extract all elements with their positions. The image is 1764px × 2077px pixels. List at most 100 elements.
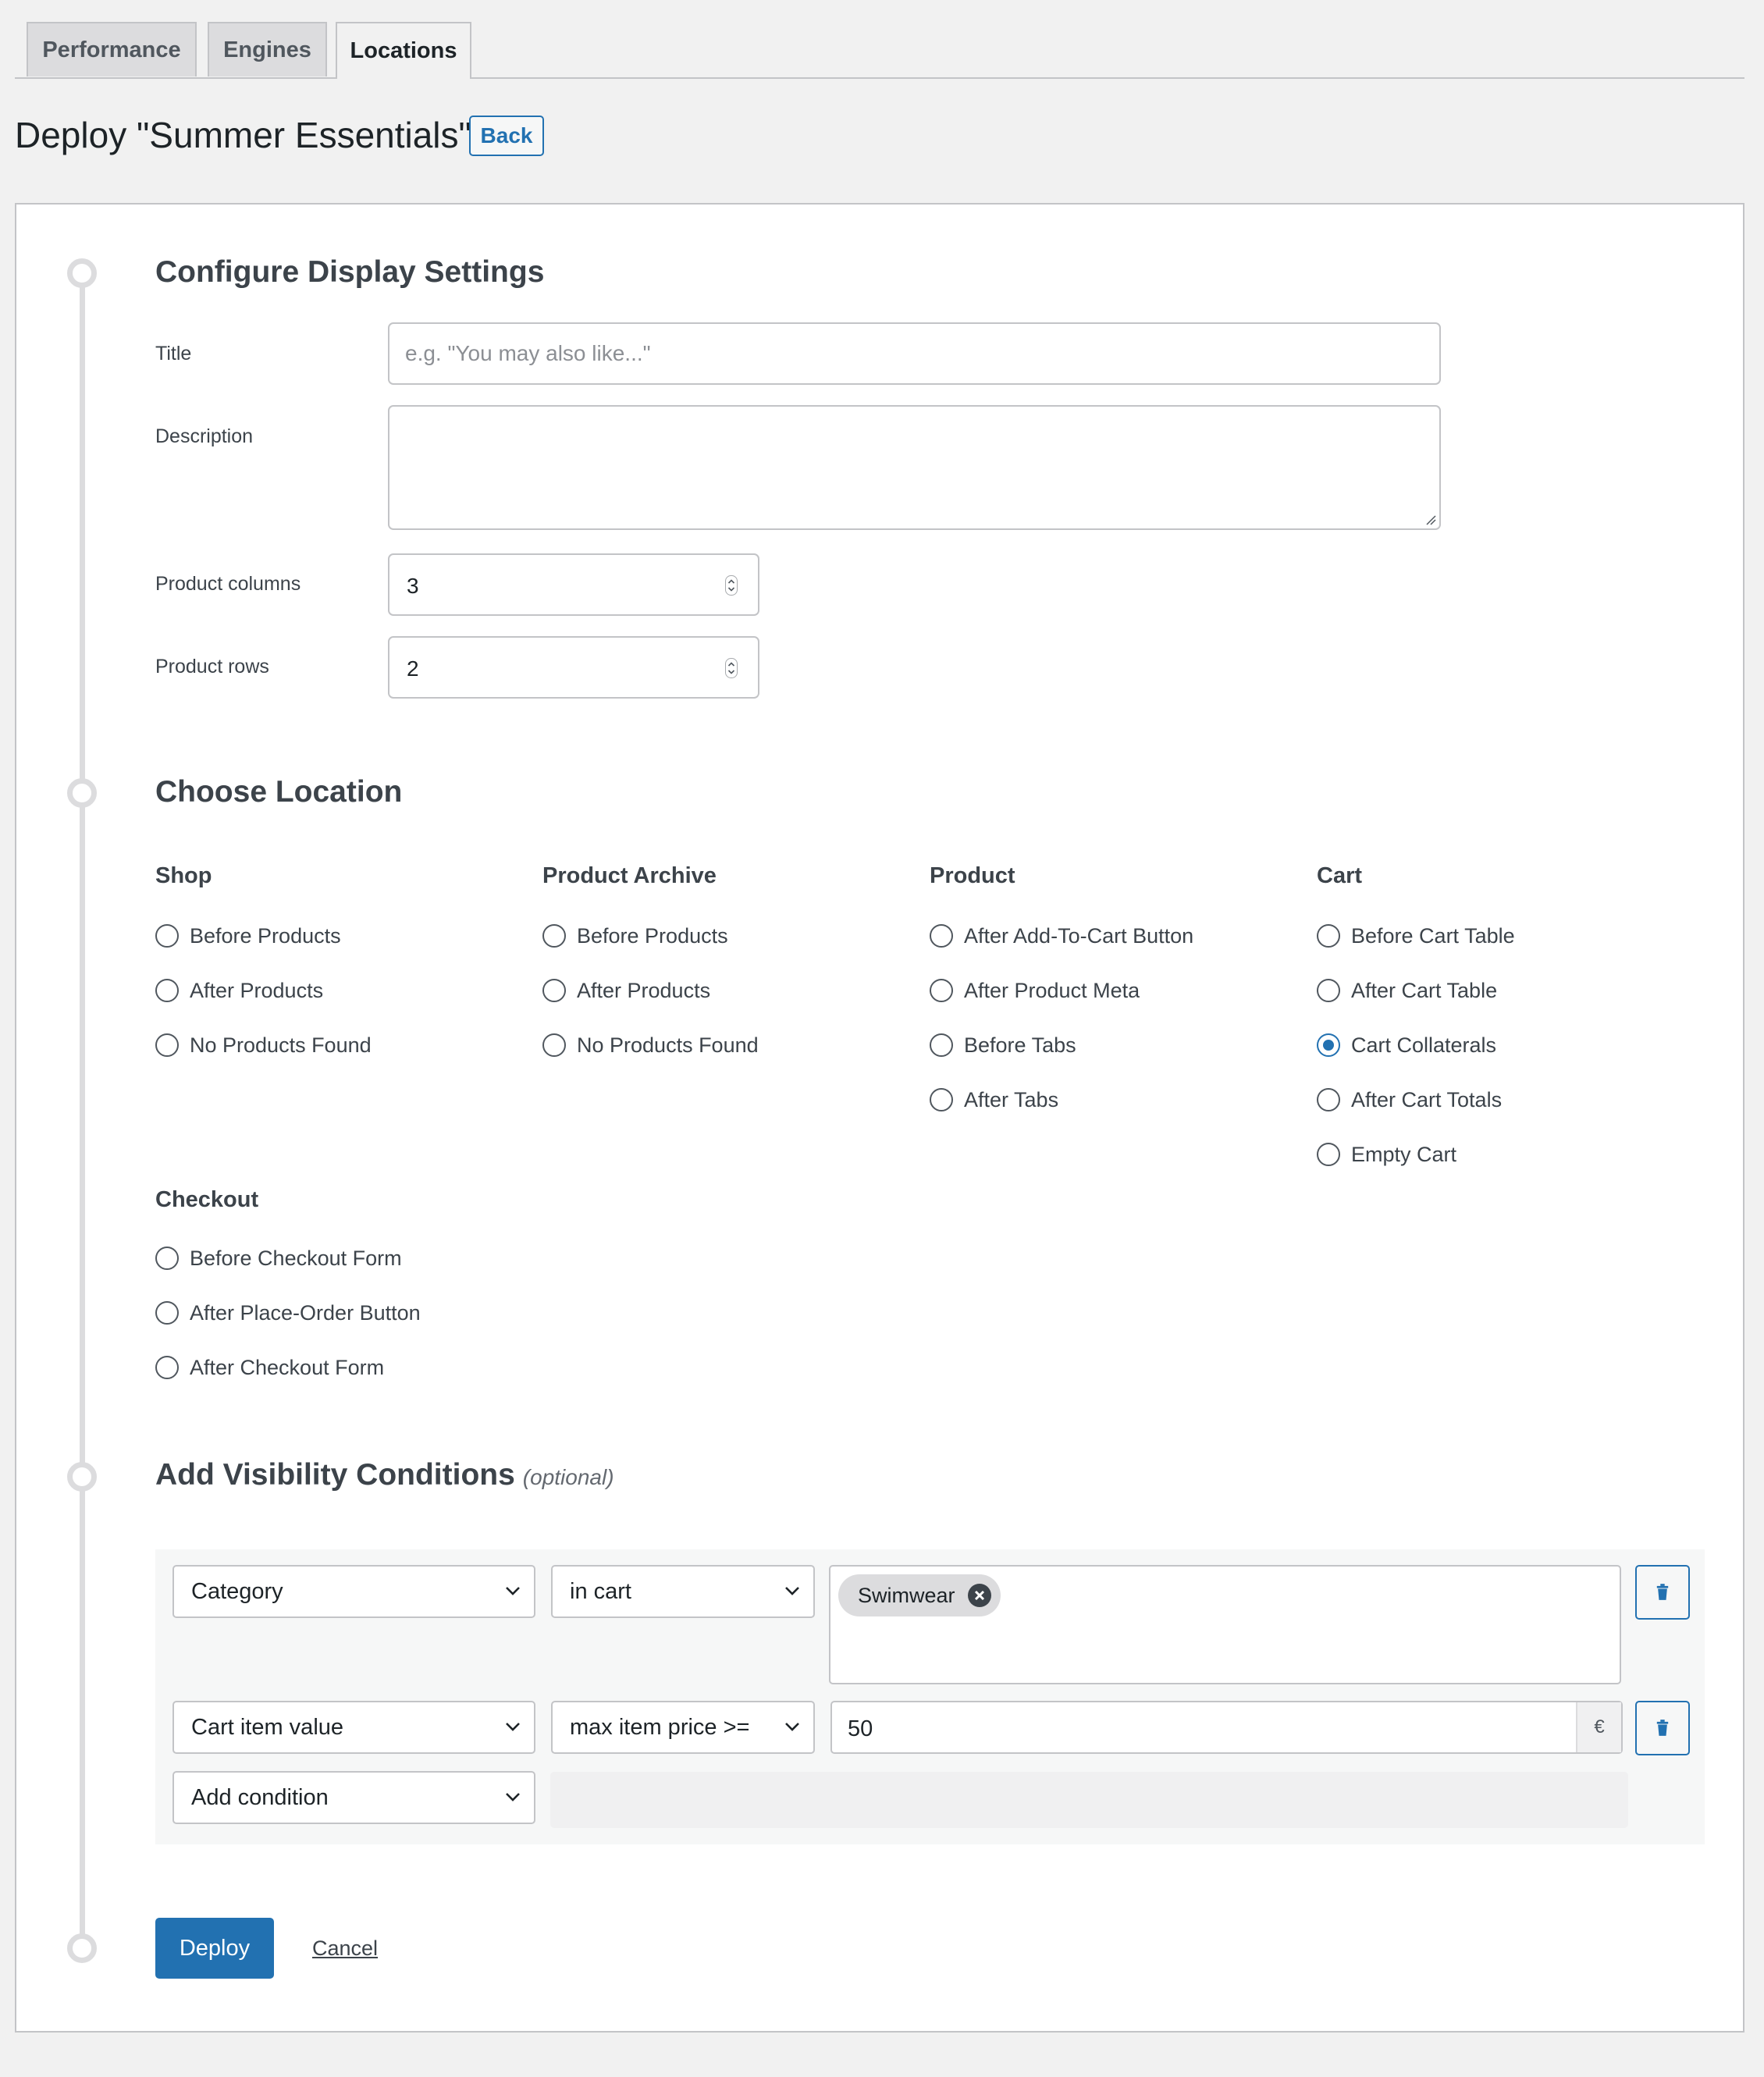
radio-label: After Products (577, 978, 711, 1002)
condition-operator-select[interactable]: max item price >= (551, 1701, 815, 1754)
group-shop-heading: Shop (155, 863, 212, 888)
radio-archive-before-products[interactable]: Before Products (542, 920, 728, 951)
description-textarea[interactable] (388, 405, 1441, 530)
radio-label: Before Cart Table (1351, 923, 1515, 948)
radio-checkout-after-place-order[interactable]: After Place-Order Button (155, 1297, 421, 1328)
radio-archive-no-products-found[interactable]: No Products Found (542, 1030, 759, 1061)
radio-button[interactable] (155, 1356, 179, 1379)
choose-location-heading: Choose Location (155, 775, 403, 809)
radio-label: After Products (190, 978, 324, 1002)
radio-product-after-tabs[interactable]: After Tabs (930, 1084, 1058, 1115)
cancel-link[interactable]: Cancel (312, 1937, 378, 1961)
step-node-display (67, 258, 97, 288)
radio-label: Before Products (190, 923, 341, 948)
category-tag-input[interactable]: Swimwear (829, 1565, 1621, 1684)
radio-button[interactable] (155, 1033, 179, 1057)
condition-field-select[interactable]: Cart item value (172, 1701, 535, 1754)
radio-cart-before-cart-table[interactable]: Before Cart Table (1317, 920, 1515, 951)
resize-grip-icon[interactable] (1425, 514, 1436, 525)
product-columns-label: Product columns (155, 573, 301, 595)
step-node-visibility (67, 1462, 97, 1492)
step-node-location (67, 778, 97, 808)
currency-suffix: € (1576, 1702, 1621, 1752)
condition-field-select[interactable]: Category (172, 1565, 535, 1618)
radio-label: After Cart Table (1351, 978, 1498, 1002)
spinner-icon[interactable] (725, 658, 738, 678)
radio-label: After Cart Totals (1351, 1087, 1503, 1111)
condition-field-value: Cart item value (191, 1714, 344, 1740)
remove-tag-icon[interactable] (967, 1584, 991, 1607)
condition-field-value: Category (191, 1578, 283, 1604)
add-condition-value: Add condition (191, 1784, 329, 1810)
radio-cart-after-cart-table[interactable]: After Cart Table (1317, 975, 1497, 1006)
price-input[interactable]: 50 € (830, 1701, 1623, 1754)
condition-operator-value: in cart (570, 1578, 631, 1604)
radio-archive-after-products[interactable]: After Products (542, 975, 710, 1006)
radio-button[interactable] (542, 979, 566, 1002)
condition-operator-select[interactable]: in cart (551, 1565, 815, 1618)
chevron-down-icon (506, 1587, 520, 1595)
radio-label: Empty Cart (1351, 1142, 1457, 1166)
chevron-down-icon (785, 1723, 799, 1731)
radio-label: Before Products (577, 923, 728, 948)
radio-button-selected[interactable] (1317, 1033, 1340, 1057)
radio-button[interactable] (1317, 924, 1340, 948)
radio-checkout-after-form[interactable]: After Checkout Form (155, 1352, 384, 1383)
radio-button[interactable] (930, 1033, 953, 1057)
back-button[interactable]: Back (469, 116, 544, 156)
radio-button[interactable] (155, 1301, 179, 1325)
step-node-deploy (67, 1933, 97, 1963)
price-value: 50 (848, 1716, 873, 1741)
radio-button[interactable] (930, 979, 953, 1002)
radio-shop-no-products-found[interactable]: No Products Found (155, 1030, 372, 1061)
visibility-heading: Add Visibility Conditions (optional) (155, 1458, 614, 1492)
radio-button[interactable] (155, 924, 179, 948)
radio-button[interactable] (1317, 1143, 1340, 1166)
radio-label: After Product Meta (964, 978, 1140, 1002)
radio-cart-empty-cart[interactable]: Empty Cart (1317, 1139, 1456, 1170)
trash-icon (1656, 1584, 1669, 1600)
radio-button[interactable] (542, 924, 566, 948)
radio-button[interactable] (155, 979, 179, 1002)
deploy-button[interactable]: Deploy (155, 1918, 274, 1979)
tab-bar: Performance Engines Locations (15, 0, 1744, 79)
chevron-down-icon (506, 1793, 520, 1801)
product-rows-input[interactable]: 2 (388, 636, 759, 699)
radio-label: After Checkout Form (190, 1355, 385, 1379)
radio-label: After Add-To-Cart Button (964, 923, 1194, 948)
radio-label: No Products Found (577, 1033, 759, 1057)
spinner-icon[interactable] (725, 575, 738, 596)
radio-button[interactable] (930, 1088, 953, 1111)
description-label: Description (155, 425, 254, 447)
radio-shop-before-products[interactable]: Before Products (155, 920, 341, 951)
product-columns-input[interactable]: 3 (388, 553, 759, 616)
visibility-heading-text: Add Visibility Conditions (155, 1458, 515, 1492)
step-timeline (80, 273, 85, 1948)
delete-condition-button[interactable] (1635, 1565, 1690, 1620)
radio-cart-collaterals[interactable]: Cart Collaterals (1317, 1030, 1496, 1061)
tag-label: Swimwear (858, 1583, 955, 1607)
category-tag: Swimwear (838, 1574, 1001, 1616)
radio-label: After Tabs (964, 1087, 1059, 1111)
tab-engines[interactable]: Engines (208, 22, 327, 76)
radio-product-before-tabs[interactable]: Before Tabs (930, 1030, 1076, 1061)
condition-placeholder (550, 1772, 1628, 1828)
tab-performance[interactable]: Performance (27, 22, 197, 76)
add-condition-select[interactable]: Add condition (172, 1771, 535, 1824)
radio-button[interactable] (930, 924, 953, 948)
title-input[interactable] (388, 322, 1441, 385)
tab-locations[interactable]: Locations (336, 22, 471, 79)
page-title: Deploy "Summer Essentials" (15, 115, 471, 155)
delete-condition-button[interactable] (1635, 1701, 1690, 1755)
radio-label: Before Checkout Form (190, 1246, 402, 1270)
radio-button[interactable] (542, 1033, 566, 1057)
radio-product-after-add-to-cart[interactable]: After Add-To-Cart Button (930, 920, 1193, 951)
radio-shop-after-products[interactable]: After Products (155, 975, 323, 1006)
radio-checkout-before-form[interactable]: Before Checkout Form (155, 1243, 402, 1274)
radio-button[interactable] (1317, 1088, 1340, 1111)
radio-button[interactable] (1317, 979, 1340, 1002)
radio-label: Cart Collaterals (1351, 1033, 1497, 1057)
radio-product-after-product-meta[interactable]: After Product Meta (930, 975, 1140, 1006)
radio-button[interactable] (155, 1247, 179, 1270)
radio-cart-after-cart-totals[interactable]: After Cart Totals (1317, 1084, 1502, 1115)
